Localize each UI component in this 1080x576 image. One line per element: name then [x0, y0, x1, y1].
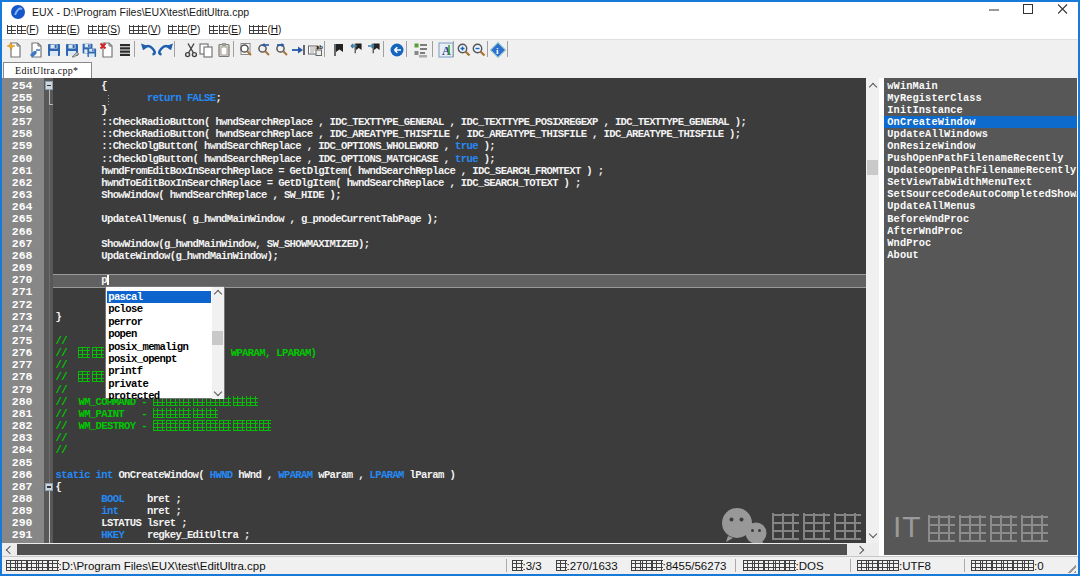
- svg-text:ab: ab: [316, 43, 323, 49]
